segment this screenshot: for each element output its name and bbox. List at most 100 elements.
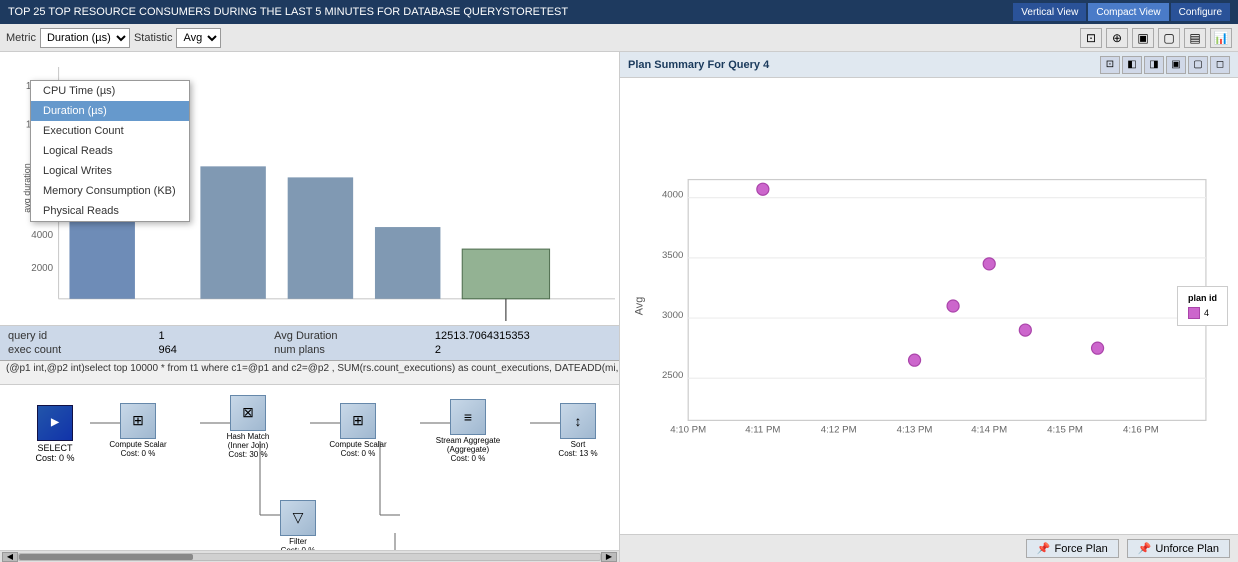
plan-area[interactable]: ▶ SELECTCost: 0 % [0,385,619,550]
select-node-label: SELECTCost: 0 % [35,443,74,463]
svg-text:4:10 PM: 4:10 PM [670,424,706,435]
right-header-icons: ⊡ ◧ ◨ ▣ ▢ ◻ [1100,56,1230,74]
compute-scalar-1-label: Compute ScalarCost: 0 % [98,440,178,458]
avgdur-value: 12513.7064315353 [435,330,611,342]
zoom-in-btn[interactable]: ▣ [1132,28,1154,48]
sort-1-label: SortCost: 13 % [548,440,608,458]
legend-plan-value: 4 [1204,308,1209,318]
compute-scalar-1-node: ⊞ Compute ScalarCost: 0 % [120,403,178,458]
svg-text:4:16 PM: 4:16 PM [1123,424,1159,435]
svg-text:4:15 PM: 4:15 PM [1047,424,1083,435]
dropdown-item-cpu[interactable]: CPU Time (µs) [31,81,189,101]
numplans-value: 2 [435,344,611,356]
scrollbar-track[interactable] [18,553,601,561]
select-node: ▶ SELECTCost: 0 % [20,405,90,463]
execcount-label: exec count [8,344,143,356]
title-bar: TOP 25 TOP RESOURCE CONSUMERS DURING THE… [0,0,1238,24]
left-panel: avg duration 12000 10000 8000 6000 4000 … [0,52,620,562]
sort-1-box: ↕ [560,403,596,439]
svg-text:2000: 2000 [31,263,53,274]
select-node-box: ▶ [37,405,73,441]
svg-text:3000: 3000 [662,310,683,321]
dropdown-item-execcount[interactable]: Execution Count [31,121,189,141]
scatter-chart: Avg 4000 3500 3000 2500 4:10 PM 4:11 PM … [628,86,1230,526]
right-zoom-5[interactable]: ▢ [1188,56,1208,74]
dropdown-item-duration[interactable]: Duration (µs) [31,101,189,121]
main-content: avg duration 12000 10000 8000 6000 4000 … [0,52,1238,562]
vertical-view-btn[interactable]: Vertical View [1013,3,1086,21]
hash-match-1-label: Hash Match(Inner Join)Cost: 30 % [208,432,288,459]
execcount-value: 964 [159,344,259,356]
statistic-label: Statistic [134,32,173,44]
zoom-out-btn[interactable]: ▢ [1158,28,1180,48]
zoom-fit-btn[interactable]: ⊡ [1080,28,1102,48]
sql-text: (@p1 int,@p2 int)select top 10000 * from… [6,363,619,374]
configure-btn[interactable]: Configure [1171,3,1230,21]
svg-text:4000: 4000 [662,190,683,201]
unforce-plan-label: Unforce Plan [1155,543,1219,555]
horizontal-scrollbar[interactable]: ◀ ▶ [0,550,619,562]
zoom-select-btn[interactable]: ▤ [1184,28,1206,48]
scroll-left-btn[interactable]: ◀ [2,552,18,562]
dropdown-item-memory[interactable]: Memory Consumption (KB) [31,181,189,201]
dropdown-item-physicalreads[interactable]: Physical Reads [31,201,189,221]
force-plan-label: Force Plan [1055,543,1108,555]
right-zoom-3[interactable]: ◨ [1144,56,1164,74]
right-zoom-fit[interactable]: ⊡ [1100,56,1120,74]
filter-2-node: ▽ FilterCost: 0 % [280,500,328,550]
unforce-plan-icon: 📌 [1138,542,1152,555]
scrollbar-thumb[interactable] [19,554,193,560]
dropdown-item-logicalreads[interactable]: Logical Reads [31,141,189,161]
metric-dropdown[interactable]: CPU Time (µs) Duration (µs) Execution Co… [30,80,190,222]
scroll-right-btn[interactable]: ▶ [601,552,617,562]
hash-match-1-node: ⊠ Hash Match(Inner Join)Cost: 30 % [230,395,288,459]
statistic-select[interactable]: Avg [176,28,221,48]
svg-text:3500: 3500 [662,250,683,261]
sort-1-node: ↕ SortCost: 13 % [560,403,608,458]
unforce-plan-btn[interactable]: 📌 Unforce Plan [1127,539,1230,558]
stream-agg-1-label: Stream Aggregate(Aggregate)Cost: 0 % [423,436,513,463]
svg-text:4:11 PM: 4:11 PM [745,424,780,435]
force-plan-btn[interactable]: 📌 Force Plan [1026,539,1119,558]
right-zoom-2[interactable]: ◧ [1122,56,1142,74]
right-zoom-4[interactable]: ▣ [1166,56,1186,74]
scatter-plot-area: Avg 4000 3500 3000 2500 4:10 PM 4:11 PM … [620,78,1238,534]
query-info-panel: query id 1 Avg Duration 12513.7064315353… [0,326,619,361]
metric-select[interactable]: Duration (µs) [40,28,130,48]
numplans-label: num plans [274,344,419,356]
queryid-label: query id [8,330,143,342]
chart-type-btn[interactable]: 📊 [1210,28,1232,48]
svg-text:4:14 PM: 4:14 PM [971,424,1007,435]
zoom-center-btn[interactable]: ⊕ [1106,28,1128,48]
right-zoom-6[interactable]: ◻ [1210,56,1230,74]
title-bar-buttons: Vertical View Compact View Configure [1013,3,1230,21]
svg-text:Avg: Avg [633,297,645,315]
stream-agg-1-node: ≡ Stream Aggregate(Aggregate)Cost: 0 % [450,399,513,463]
hash-match-1-box: ⊠ [230,395,266,431]
scatter-legend: plan id 4 [1177,286,1228,326]
svg-text:2500: 2500 [662,370,683,381]
svg-text:4:13 PM: 4:13 PM [897,424,933,435]
dropdown-item-logicalwrites[interactable]: Logical Writes [31,161,189,181]
force-plan-bar: 📌 Force Plan 📌 Unforce Plan [620,534,1238,562]
right-panel: Plan Summary For Query 4 ⊡ ◧ ◨ ▣ ▢ ◻ Avg… [620,52,1238,562]
right-panel-header: Plan Summary For Query 4 ⊡ ◧ ◨ ▣ ▢ ◻ [620,52,1238,78]
compact-view-btn[interactable]: Compact View [1088,3,1168,21]
filter-2-box: ▽ [280,500,316,536]
svg-text:4000: 4000 [31,230,53,241]
avgdur-label: Avg Duration [274,330,419,342]
svg-text:4:12 PM: 4:12 PM [821,424,857,435]
metric-label: Metric [6,32,36,44]
queryid-value: 1 [159,330,259,342]
chart-area: avg duration 12000 10000 8000 6000 4000 … [0,52,619,326]
compute-scalar-3-label: Compute ScalarCost: 0 % [618,440,619,458]
legend-item-4: 4 [1188,307,1217,319]
plan-summary-title: Plan Summary For Query 4 [628,59,769,71]
toolbar: Metric Duration (µs) Statistic Avg ⊡ ⊕ ▣… [0,24,1238,52]
legend-title: plan id [1188,293,1217,303]
compute-scalar-1-box: ⊞ [120,403,156,439]
compute-scalar-2-label: Compute ScalarCost: 0 % [318,440,398,458]
legend-color-dot [1188,307,1200,319]
compute-scalar-2-box: ⊞ [340,403,376,439]
filter-2-label: FilterCost: 0 % [268,537,328,550]
